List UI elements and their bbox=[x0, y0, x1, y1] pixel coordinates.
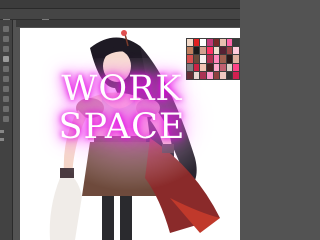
eraser-tool-icon[interactable] bbox=[3, 66, 9, 72]
color-swatch[interactable] bbox=[233, 39, 239, 47]
color-swatch[interactable] bbox=[193, 39, 200, 47]
move-tool-icon[interactable] bbox=[3, 26, 9, 32]
color-swatch[interactable] bbox=[200, 71, 206, 79]
color-swatch[interactable] bbox=[220, 47, 226, 55]
color-swatch[interactable] bbox=[226, 55, 233, 63]
eyedropper-tool-icon[interactable] bbox=[3, 86, 9, 92]
color-swatch[interactable] bbox=[226, 71, 233, 79]
panel-collapse-icon[interactable] bbox=[0, 130, 4, 133]
color-swatch[interactable] bbox=[226, 39, 233, 47]
color-swatch[interactable] bbox=[220, 71, 226, 79]
color-swatch[interactable] bbox=[206, 55, 213, 63]
color-swatch[interactable] bbox=[213, 71, 220, 79]
color-swatch[interactable] bbox=[200, 39, 206, 47]
brush-tool-icon[interactable] bbox=[3, 56, 9, 62]
panel-collapse-icon[interactable] bbox=[0, 138, 4, 141]
lasso-tool-icon[interactable] bbox=[3, 46, 9, 52]
color-swatch[interactable] bbox=[226, 63, 233, 71]
zoom-tool-icon[interactable] bbox=[3, 116, 9, 122]
color-swatch[interactable] bbox=[193, 55, 200, 63]
marquee-tool-icon[interactable] bbox=[3, 36, 9, 42]
tool-options-bar bbox=[0, 9, 240, 26]
color-swatch[interactable] bbox=[213, 63, 220, 71]
color-swatch[interactable] bbox=[187, 55, 193, 63]
color-swatch[interactable] bbox=[233, 47, 239, 55]
hand-tool-icon[interactable] bbox=[3, 106, 9, 112]
color-swatch[interactable] bbox=[200, 55, 206, 63]
color-swatch[interactable] bbox=[200, 63, 206, 71]
color-swatch[interactable] bbox=[187, 39, 193, 47]
color-swatch[interactable] bbox=[233, 71, 239, 79]
color-swatch[interactable] bbox=[206, 47, 213, 55]
color-swatch[interactable] bbox=[187, 47, 193, 55]
color-swatch[interactable] bbox=[220, 39, 226, 47]
color-swatch[interactable] bbox=[187, 63, 193, 71]
color-swatch[interactable] bbox=[193, 47, 200, 55]
color-swatch[interactable] bbox=[233, 55, 239, 63]
color-swatch[interactable] bbox=[220, 55, 226, 63]
color-swatch[interactable] bbox=[193, 71, 200, 79]
color-swatch[interactable] bbox=[187, 71, 193, 79]
color-swatch[interactable] bbox=[213, 47, 220, 55]
color-swatch[interactable] bbox=[226, 47, 233, 55]
menu-bar bbox=[0, 0, 240, 9]
color-swatch[interactable] bbox=[220, 63, 226, 71]
color-swatch[interactable] bbox=[206, 39, 213, 47]
color-swatch[interactable] bbox=[206, 71, 213, 79]
color-swatch[interactable] bbox=[200, 47, 206, 55]
fill-tool-icon[interactable] bbox=[3, 76, 9, 82]
color-swatch[interactable] bbox=[193, 63, 200, 71]
document-tab-bar[interactable] bbox=[16, 20, 240, 27]
color-swatch[interactable] bbox=[206, 63, 213, 71]
color-swatch[interactable] bbox=[213, 39, 220, 47]
text-tool-icon[interactable] bbox=[3, 96, 9, 102]
color-swatch[interactable] bbox=[213, 55, 220, 63]
color-swatch[interactable] bbox=[233, 63, 239, 71]
swatches-panel bbox=[186, 38, 240, 80]
